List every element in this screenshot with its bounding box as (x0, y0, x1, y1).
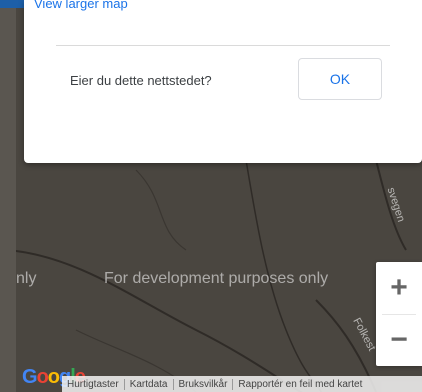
keyboard-shortcuts-link[interactable]: Hurtigtaster (62, 379, 124, 390)
dialog-question: Eier du dette nettstedet? (70, 73, 212, 88)
error-dialog: View larger map Eier du dette nettstedet… (24, 0, 422, 163)
map-data-link[interactable]: Kartdata (125, 379, 173, 390)
zoom-out-button[interactable]: − (376, 315, 422, 365)
terms-link[interactable]: Bruksvilkår (174, 379, 233, 390)
dev-watermark: For development purposes only (104, 270, 329, 287)
road-line (135, 169, 187, 251)
zoom-control: + − (376, 262, 422, 366)
report-error-link[interactable]: Rapportér en feil med kartet (233, 379, 367, 390)
map-footer: Hurtigtaster Kartdata Bruksvilkår Rappor… (62, 376, 422, 392)
dialog-divider (56, 45, 390, 46)
left-edge-strip (0, 0, 16, 392)
ok-button[interactable]: OK (298, 58, 382, 100)
view-larger-map-link[interactable]: View larger map (34, 0, 128, 11)
zoom-in-button[interactable]: + (376, 263, 422, 313)
page-root: svegen Folkest nly For development purpo… (0, 0, 422, 392)
dev-watermark-fragment: nly (16, 270, 37, 287)
